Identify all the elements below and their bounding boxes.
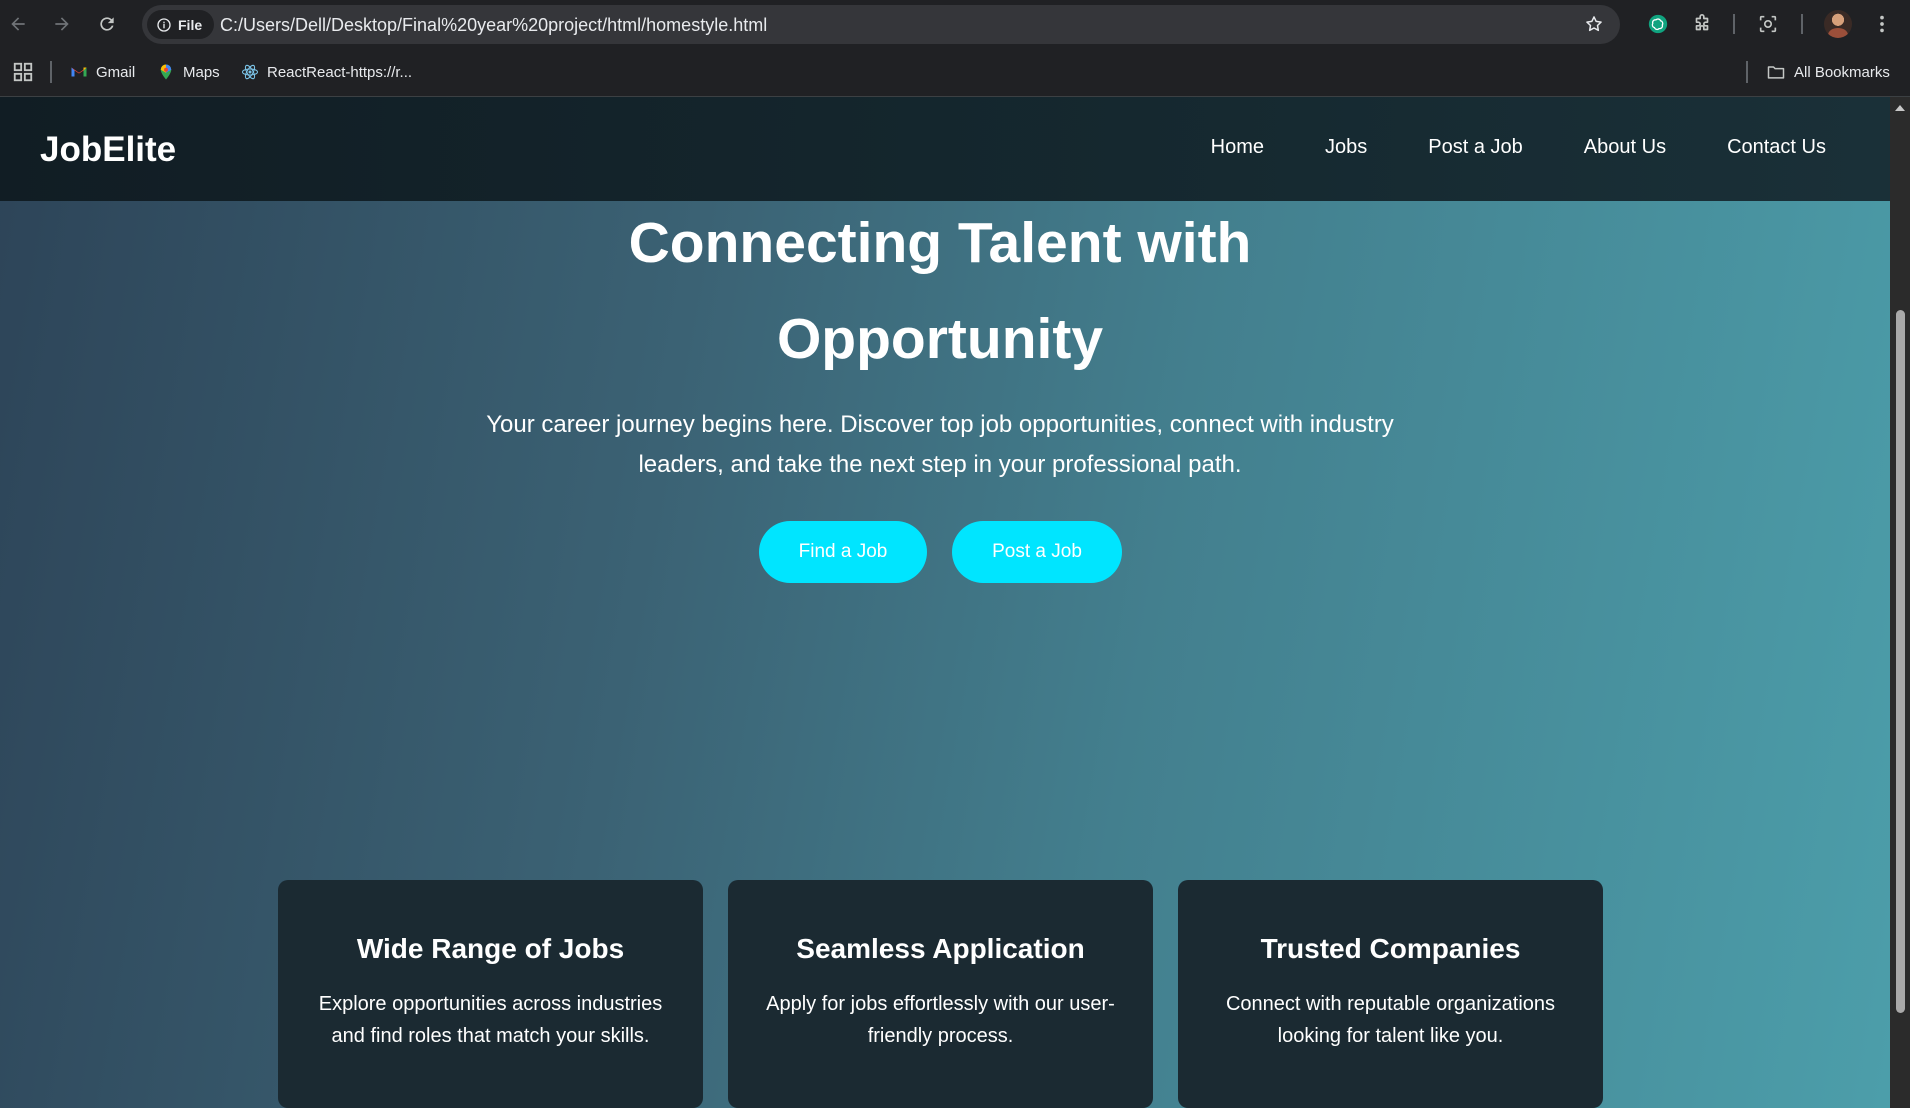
bookmarks-divider	[50, 61, 52, 83]
hero-title-line: Opportunity	[776, 307, 1104, 371]
bookmarks-bar: Gmail Maps ReactReact-https://r... All B…	[0, 48, 1910, 97]
toolbar-divider	[1801, 14, 1803, 34]
bookmark-gmail[interactable]: Gmail	[70, 59, 135, 85]
react-icon	[241, 64, 259, 80]
nav-contact-us[interactable]: Contact Us	[1727, 135, 1826, 159]
folder-icon	[1767, 66, 1785, 79]
page-viewport: JobElite Home Jobs Post a Job About Us C…	[0, 97, 1890, 1108]
reload-button[interactable]	[93, 10, 121, 38]
site-info-chip[interactable]: File	[147, 10, 215, 39]
feature-text: Connect with reputable organizations loo…	[1225, 993, 1556, 1047]
address-bar[interactable]: File C:/Users/Dell/Desktop/Final%20year%…	[142, 5, 1620, 44]
site-header: JobElite Home Jobs Post a Job About Us C…	[0, 97, 1890, 201]
apps-grid-icon[interactable]	[12, 61, 34, 83]
feature-text: Apply for jobs effortlessly with our use…	[766, 993, 1115, 1047]
post-a-job-button[interactable]: Post a Job	[952, 521, 1122, 583]
arrow-left-icon	[11, 17, 25, 31]
bookmark-label: Maps	[183, 63, 220, 81]
bookmarks-divider	[1746, 61, 1748, 83]
arrow-right-icon	[55, 17, 69, 31]
page-scrollbar[interactable]	[1890, 97, 1910, 1108]
nav-about-us[interactable]: About Us	[1584, 135, 1666, 159]
hero-subtitle: Your career journey begins here. Discove…	[486, 411, 1394, 478]
feature-title: Wide Range of Jobs	[356, 933, 625, 964]
main-nav: Home Jobs Post a Job About Us Contact Us	[1211, 135, 1826, 159]
browser-toolbar: File C:/Users/Dell/Desktop/Final%20year%…	[0, 0, 1910, 48]
scrollbar-thumb[interactable]	[1896, 310, 1905, 1013]
site-logo[interactable]: JobElite	[40, 130, 176, 170]
back-button[interactable]	[4, 10, 32, 38]
screenshot-tool-icon[interactable]	[1756, 12, 1780, 36]
profile-avatar[interactable]	[1824, 10, 1852, 38]
gmail-icon	[71, 67, 87, 77]
feature-title: Trusted Companies	[1260, 933, 1521, 964]
nav-post-a-job[interactable]: Post a Job	[1428, 135, 1523, 159]
bookmark-label: Gmail	[96, 63, 136, 81]
reload-icon	[100, 17, 114, 31]
nav-jobs[interactable]: Jobs	[1325, 135, 1367, 159]
feature-title: Seamless Application	[796, 933, 1085, 964]
hero-title-line: Connecting Talent with	[628, 211, 1252, 275]
bookmark-react[interactable]: ReactReact-https://r...	[241, 59, 412, 85]
kebab-menu-icon[interactable]	[1870, 12, 1894, 36]
url-text[interactable]: C:/Users/Dell/Desktop/Final%20year%20pro…	[220, 15, 767, 35]
find-a-job-button[interactable]: Find a Job	[759, 521, 927, 583]
toolbar-divider	[1733, 14, 1735, 34]
nav-home[interactable]: Home	[1211, 135, 1264, 159]
forward-button[interactable]	[48, 10, 76, 38]
file-chip-label: File	[178, 16, 203, 33]
extensions-puzzle-icon[interactable]	[1690, 12, 1714, 36]
features-section: Wide Range of Jobs Explore opportunities…	[278, 880, 1603, 1108]
chatgpt-extension-icon[interactable]	[1646, 12, 1670, 36]
feature-card: Wide Range of Jobs Explore opportunities…	[278, 880, 703, 1108]
feature-card: Seamless Application Apply for jobs effo…	[728, 880, 1153, 1108]
all-bookmarks-button[interactable]: All Bookmarks	[1766, 59, 1890, 85]
bookmark-star-icon[interactable]	[1584, 14, 1604, 34]
all-bookmarks-label: All Bookmarks	[1794, 63, 1890, 81]
feature-card: Trusted Companies Connect with reputable…	[1178, 880, 1603, 1108]
scroll-up-arrow-icon[interactable]	[1895, 105, 1905, 111]
hero-actions: Find a Job Post a Job	[759, 521, 1122, 583]
feature-text: Explore opportunities across industries …	[318, 993, 663, 1047]
hero-title: Connecting Talent with Opportunity	[0, 195, 1880, 387]
bookmark-label: ReactReact-https://r...	[267, 63, 413, 81]
info-icon	[157, 17, 171, 32]
bookmark-maps[interactable]: Maps	[157, 59, 220, 85]
maps-pin-icon	[160, 64, 172, 80]
